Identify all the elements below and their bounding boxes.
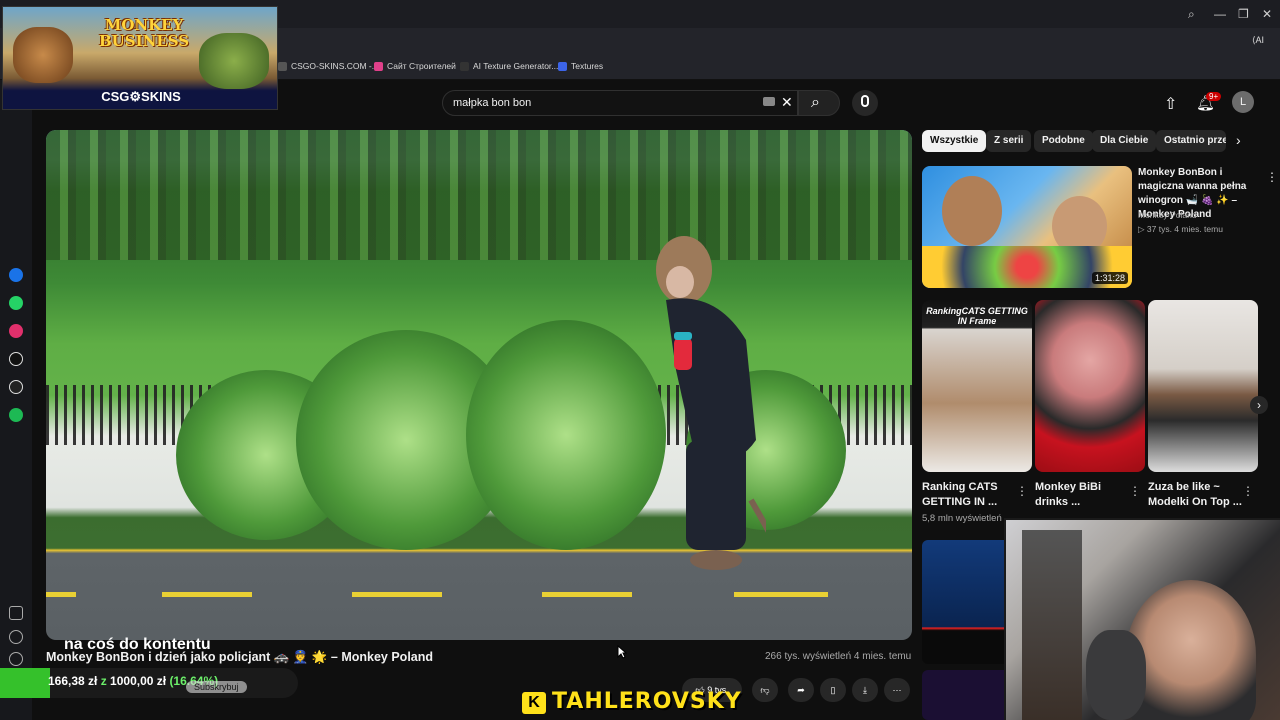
short-thumbnail[interactable] <box>1148 300 1258 472</box>
ai-button[interactable]: ⟨AI <box>1252 35 1264 46</box>
more-icon: ⋯ <box>892 684 902 695</box>
mouse-cursor <box>617 645 627 659</box>
bookmark-ai-texture[interactable]: AI Texture Generator... <box>460 61 558 71</box>
more-button[interactable]: ⋯ <box>884 678 910 702</box>
x-icon[interactable] <box>9 380 23 394</box>
headset <box>1086 630 1146 720</box>
short-title[interactable]: Monkey BiBi drinks ... <box>1035 480 1135 510</box>
promo-brand: CSG⚙SKINS <box>101 89 181 104</box>
download-icon: ⤓ <box>863 684 867 695</box>
video-title: Monkey BonBon i dzień jako policjant 🚓 👮… <box>46 650 434 664</box>
more-icon[interactable]: ⋮ <box>1016 484 1028 498</box>
tiktok-icon[interactable] <box>9 352 23 366</box>
dislike-icon: 👎︎ <box>760 684 770 695</box>
forest-background <box>46 130 912 260</box>
upload-icon[interactable]: ⇧ <box>1164 94 1182 113</box>
video-player[interactable] <box>46 130 912 640</box>
promo-title: MONKEY BUSINESS <box>99 16 190 50</box>
soldier-illustration <box>199 33 269 89</box>
search-tabs-icon[interactable]: ⌕ <box>1188 7 1195 22</box>
short-views: 5,8 mln wyświetleń <box>922 513 1002 524</box>
save-button[interactable]: ▯ <box>820 678 846 702</box>
stream-promo-overlay: MONKEY BUSINESS CSG⚙SKINS <box>2 6 278 110</box>
bookmark-icon: ▯ <box>830 684 836 695</box>
video-duration: 1:31:28 <box>1091 272 1128 284</box>
close-window-icon[interactable]: ✕ <box>1262 7 1272 21</box>
short-title[interactable]: Zuza be like ~ Modelki On Top ... <box>1148 480 1248 510</box>
video-meta: 266 tys. wyświetleń 4 mies. temu <box>765 651 912 662</box>
avatar[interactable]: L <box>1232 91 1254 113</box>
twitch-logo-icon: K <box>522 692 546 714</box>
chip-for-you[interactable]: Dla Ciebie <box>1092 130 1157 152</box>
notification-badge: 9+ <box>1206 92 1222 101</box>
share-button[interactable]: ➦ <box>788 678 814 702</box>
share-icon: ➦ <box>797 684 805 695</box>
voice-search-button[interactable] <box>852 90 878 116</box>
clock-icon[interactable] <box>9 652 23 666</box>
instagram-icon[interactable] <box>9 324 23 338</box>
spotify-icon[interactable] <box>9 408 23 422</box>
webcam-overlay <box>1004 518 1280 720</box>
keyboard-icon[interactable] <box>763 97 775 106</box>
more-icon[interactable]: ⋮ <box>1266 170 1278 184</box>
donation-goal-bar: 166,38 zł z 1000,00 zł (16.64%) <box>0 668 298 698</box>
heart-icon[interactable] <box>9 630 23 644</box>
monkey-policeman <box>656 236 766 570</box>
recommended-channel[interactable]: Monkey Poland <box>1138 210 1197 220</box>
clothes-rack <box>1022 530 1082 720</box>
monkey-thumbnail-figure <box>942 176 1002 246</box>
search-icon: ⌕ <box>811 94 820 111</box>
recommended-thumbnail[interactable] <box>922 540 1012 664</box>
streamer-name: TAHLEROVSKY <box>552 689 742 714</box>
download-button[interactable]: ⤓ <box>852 678 878 702</box>
whatsapp-icon[interactable] <box>9 296 23 310</box>
bookmark-csgo[interactable]: CSGO-SKINS.COM -... <box>278 61 379 71</box>
short-thumbnail[interactable] <box>1035 300 1145 472</box>
shorts-next-icon[interactable]: › <box>1250 396 1268 414</box>
mic-icon <box>861 95 869 107</box>
dislike-button[interactable]: 👎︎ <box>752 678 778 702</box>
short-overlay-text: RankingCATS GETTING IN Frame <box>926 306 1028 326</box>
bookmark-textures[interactable]: Textures <box>558 61 603 71</box>
recommended-thumbnail[interactable] <box>922 670 1012 720</box>
recommended-views: ▷ 37 tys. 4 mies. temu <box>1138 224 1223 234</box>
donation-progress-fill <box>0 668 50 698</box>
apps-icon[interactable] <box>9 606 23 620</box>
search-input[interactable]: małpka bon bon ✕ <box>442 90 798 116</box>
chip-all[interactable]: Wszystkie <box>922 130 987 152</box>
browser-sidebar <box>0 80 32 720</box>
more-icon[interactable]: ⋮ <box>1242 484 1254 498</box>
more-icon[interactable]: ⋮ <box>1129 484 1141 498</box>
search-button[interactable]: ⌕ <box>798 90 840 116</box>
chip-recent[interactable]: Ostatnio prze <box>1156 130 1226 152</box>
minimize-icon[interactable]: — <box>1214 7 1226 21</box>
chip-similar[interactable]: Podobne <box>1034 130 1093 152</box>
chips-next-icon[interactable]: › <box>1236 132 1241 148</box>
chip-series[interactable]: Z serii <box>986 130 1032 152</box>
messenger-icon[interactable] <box>9 268 23 282</box>
short-thumbnail[interactable]: RankingCATS GETTING IN Frame <box>922 300 1032 472</box>
monkey-illustration <box>13 27 73 83</box>
clear-search-icon[interactable]: ✕ <box>781 94 793 111</box>
subscribe-button[interactable]: Subskrybuj <box>186 681 247 693</box>
streamer-face <box>1126 580 1256 720</box>
short-title[interactable]: Ranking CATS GETTING IN ... <box>922 480 1022 510</box>
search-value: małpka bon bon <box>453 97 532 109</box>
bookmark-builders[interactable]: Сайт Строителей <box>374 61 456 71</box>
recommended-thumbnail[interactable]: 1:31:28 <box>922 166 1132 288</box>
restore-icon[interactable]: ❐ <box>1238 7 1249 21</box>
